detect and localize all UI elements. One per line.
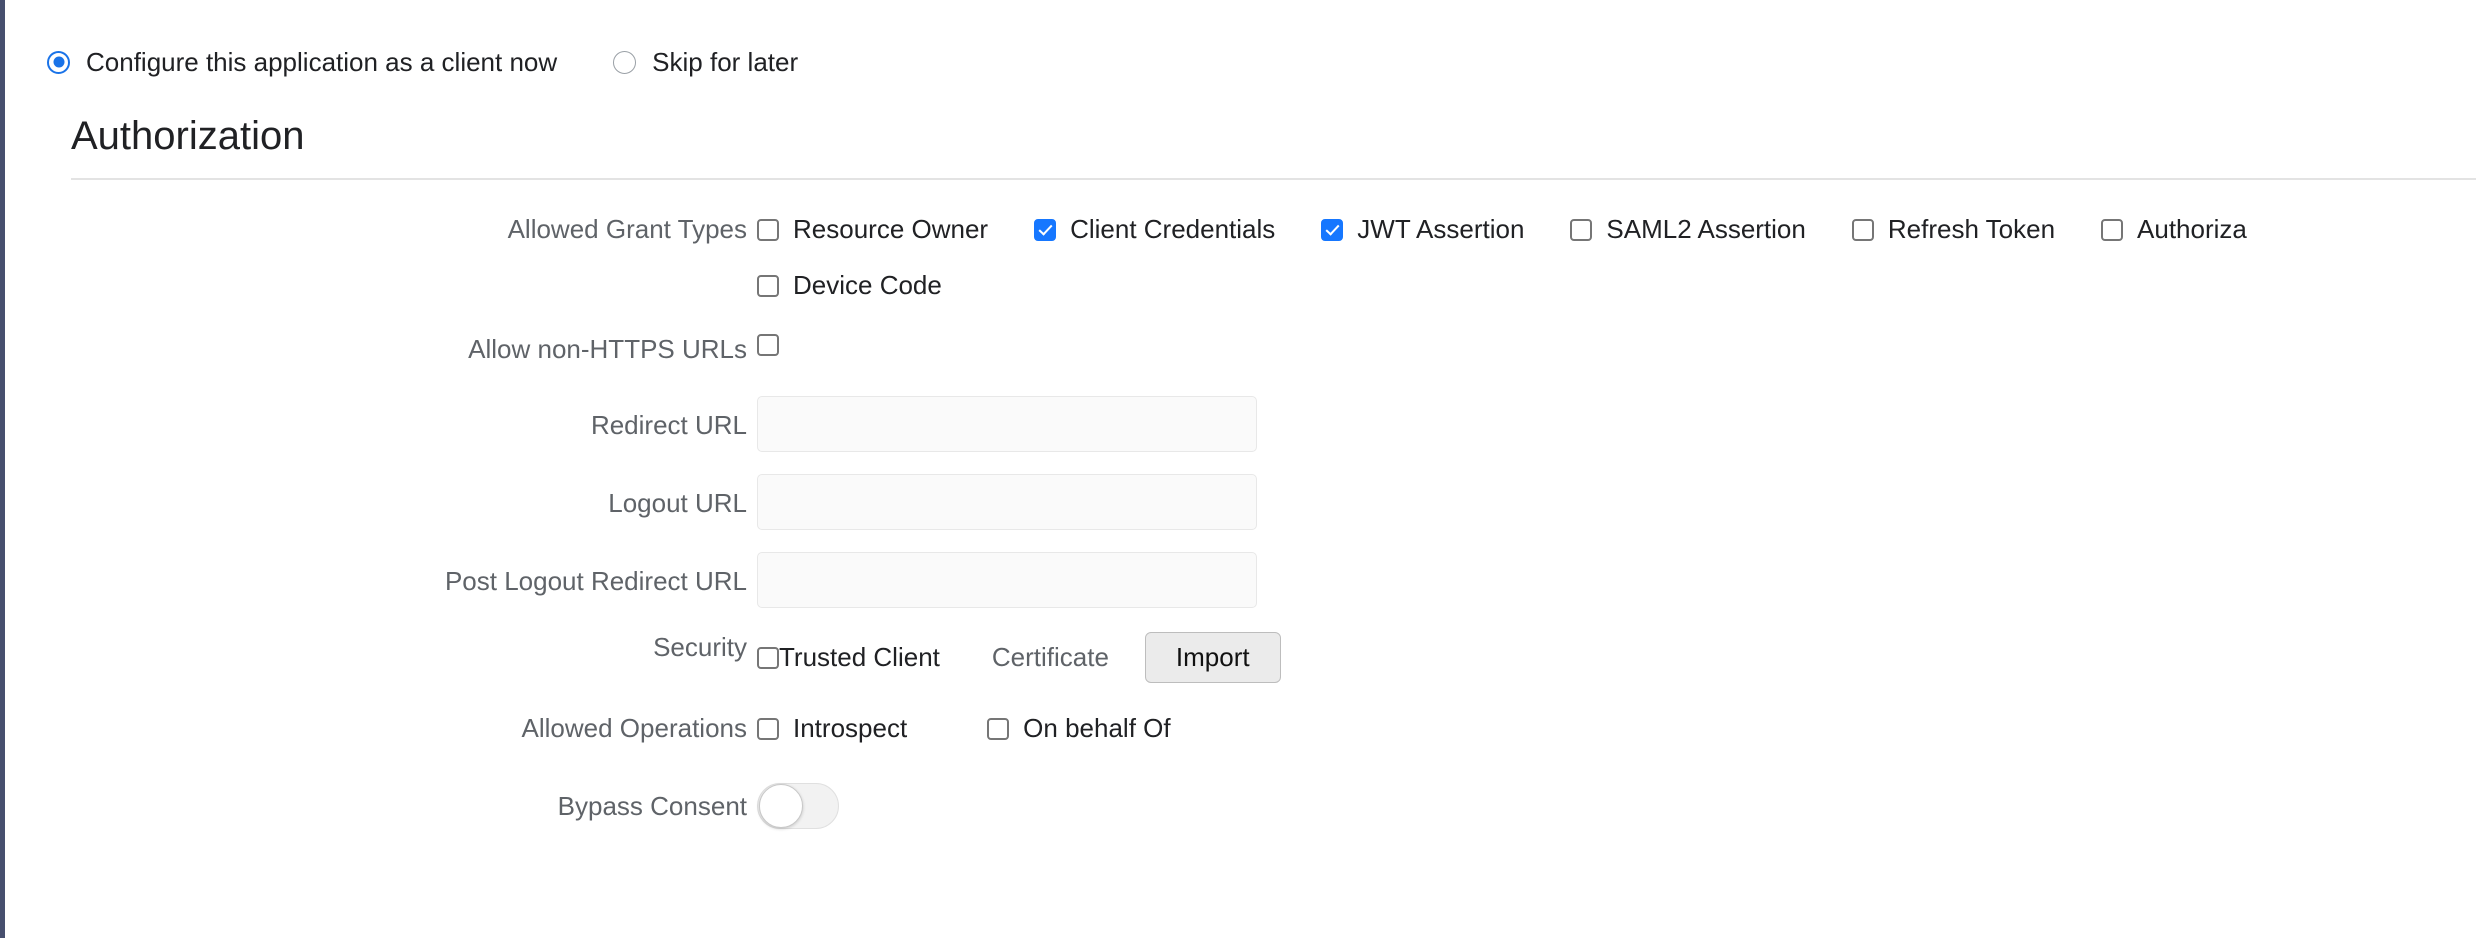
label-allow-non-https-urls: Allow non-HTTPS URLs — [71, 334, 757, 365]
checkbox-authorization-code-label: Authoriza — [2137, 214, 2247, 245]
checkbox-refresh-token-icon[interactable] — [1852, 219, 1874, 241]
row-allowed-operations: Allowed Operations Introspect On behalf … — [71, 713, 2476, 753]
checkbox-on-behalf-of-label: On behalf Of — [1023, 713, 1170, 744]
checkbox-jwt-assertion-icon[interactable] — [1321, 219, 1343, 241]
row-allowed-grant-types: Allowed Grant Types Resource Owner Clien… — [71, 214, 2476, 254]
authorization-section: Authorization Allowed Grant Types Resour… — [71, 116, 2476, 829]
allowed-operations-options: Introspect On behalf Of — [757, 713, 2476, 744]
allowed-grant-types-options: Resource Owner Client Credentials JWT As… — [757, 214, 2476, 245]
checkbox-client-credentials-icon[interactable] — [1034, 219, 1056, 241]
radio-unselected-icon[interactable] — [613, 51, 636, 74]
checkbox-jwt-assertion-label: JWT Assertion — [1357, 214, 1524, 245]
logout-url-input[interactable] — [757, 474, 1257, 530]
security-control: Trusted Client Certificate Import — [757, 632, 2476, 683]
row-post-logout-redirect-url: Post Logout Redirect URL — [71, 552, 2476, 608]
checkbox-saml2-assertion-label: SAML2 Assertion — [1606, 214, 1805, 245]
checkbox-device-code-icon[interactable] — [757, 275, 779, 297]
row-allow-non-https-urls: Allow non-HTTPS URLs — [71, 334, 2476, 374]
checkbox-item-trusted-client[interactable]: Trusted Client — [757, 642, 940, 673]
allow-non-https-control — [757, 334, 2476, 356]
checkbox-saml2-assertion-icon[interactable] — [1570, 219, 1592, 241]
checkbox-resource-owner-label: Resource Owner — [793, 214, 988, 245]
label-security: Security — [71, 632, 757, 663]
checkbox-trusted-client-icon[interactable] — [757, 647, 779, 669]
checkbox-allow-non-https-icon[interactable] — [757, 334, 779, 356]
checkbox-introspect-label: Introspect — [793, 713, 907, 744]
checkbox-authorization-code-icon[interactable] — [2101, 219, 2123, 241]
post-logout-redirect-url-control — [757, 552, 2476, 608]
checkbox-item-device-code[interactable]: Device Code — [757, 270, 942, 301]
radio-option-configure-now[interactable]: Configure this application as a client n… — [47, 47, 557, 78]
import-certificate-button[interactable]: Import — [1145, 632, 1281, 683]
checkbox-item-saml2-assertion[interactable]: SAML2 Assertion — [1570, 214, 1805, 245]
redirect-url-input[interactable] — [757, 396, 1257, 452]
checkbox-item-introspect[interactable]: Introspect — [757, 713, 907, 744]
checkbox-client-credentials-label: Client Credentials — [1070, 214, 1275, 245]
logout-url-control — [757, 474, 2476, 530]
row-redirect-url: Redirect URL — [71, 396, 2476, 452]
label-allowed-grant-types: Allowed Grant Types — [71, 214, 757, 245]
allowed-grant-types-options-continued: Device Code — [757, 270, 2476, 301]
checkbox-item-on-behalf-of[interactable]: On behalf Of — [987, 713, 1170, 744]
redirect-url-control — [757, 396, 2476, 452]
bypass-consent-control — [757, 783, 2476, 829]
radio-option-configure-now-label: Configure this application as a client n… — [86, 47, 557, 78]
page-title: Authorization — [71, 116, 2476, 178]
label-bypass-consent: Bypass Consent — [71, 783, 757, 822]
label-certificate: Certificate — [992, 642, 1109, 673]
label-redirect-url: Redirect URL — [71, 396, 757, 441]
radio-option-skip-for-later-label: Skip for later — [652, 47, 798, 78]
row-security: Security Trusted Client Certificate Impo… — [71, 632, 2476, 683]
radio-option-skip-for-later[interactable]: Skip for later — [613, 47, 798, 78]
row-bypass-consent: Bypass Consent — [71, 783, 2476, 829]
authorization-form: Allowed Grant Types Resource Owner Clien… — [71, 180, 2476, 829]
post-logout-redirect-url-input[interactable] — [757, 552, 1257, 608]
bypass-consent-toggle[interactable] — [757, 783, 839, 829]
checkbox-trusted-client-label: Trusted Client — [779, 642, 940, 673]
checkbox-refresh-token-label: Refresh Token — [1888, 214, 2055, 245]
checkbox-introspect-icon[interactable] — [757, 718, 779, 740]
label-logout-url: Logout URL — [71, 474, 757, 519]
checkbox-resource-owner-icon[interactable] — [757, 219, 779, 241]
checkbox-on-behalf-of-icon[interactable] — [987, 718, 1009, 740]
checkbox-item-resource-owner[interactable]: Resource Owner — [757, 214, 988, 245]
label-allowed-operations: Allowed Operations — [71, 713, 757, 744]
checkbox-item-refresh-token[interactable]: Refresh Token — [1852, 214, 2055, 245]
authorization-page: Configure this application as a client n… — [5, 0, 2476, 938]
toggle-knob — [759, 784, 803, 828]
row-allowed-grant-types-continued: Device Code — [71, 270, 2476, 310]
row-logout-url: Logout URL — [71, 474, 2476, 530]
client-mode-selector: Configure this application as a client n… — [5, 0, 2476, 78]
checkbox-item-authorization-code[interactable]: Authoriza — [2101, 214, 2247, 245]
checkbox-device-code-label: Device Code — [793, 270, 942, 301]
checkbox-item-jwt-assertion[interactable]: JWT Assertion — [1321, 214, 1524, 245]
radio-selected-icon[interactable] — [47, 51, 70, 74]
checkbox-item-client-credentials[interactable]: Client Credentials — [1034, 214, 1275, 245]
label-post-logout-redirect-url: Post Logout Redirect URL — [71, 552, 757, 597]
